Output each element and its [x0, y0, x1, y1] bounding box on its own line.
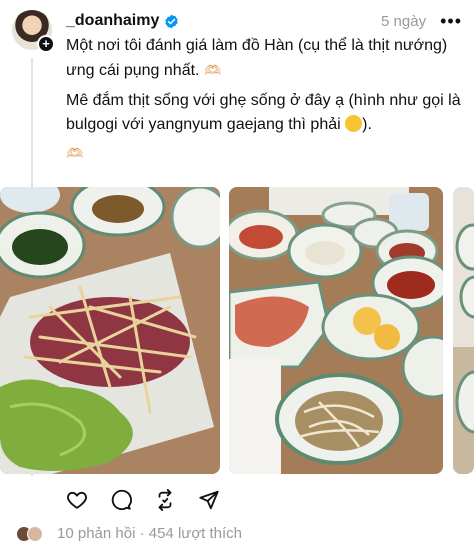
food-photo-side-dishes — [229, 187, 443, 474]
carousel-image-1[interactable] — [0, 187, 220, 474]
more-options-icon[interactable]: ••• — [440, 11, 462, 32]
post-paragraph-3: 🫶🏻 — [66, 141, 466, 166]
author-avatar[interactable]: + — [12, 10, 55, 53]
username[interactable]: _doanhaimy — [66, 12, 159, 30]
stats-separator: · — [139, 525, 145, 542]
post-paragraph-1: Một nơi tôi đánh giá làm đồ Hàn (cụ thể … — [66, 34, 466, 83]
repost-icon[interactable] — [154, 489, 176, 511]
carousel-image-3-partial[interactable] — [453, 187, 474, 474]
engagement-stats: 10 phản hồi · 454 lượt thích — [57, 525, 242, 542]
action-bar — [66, 489, 220, 511]
paragraph-2-end: ). — [362, 116, 372, 133]
follow-plus-icon[interactable]: + — [37, 35, 55, 53]
send-icon[interactable] — [198, 489, 220, 511]
food-photo-partial — [453, 187, 474, 474]
food-photo-bulgogi — [0, 187, 220, 474]
verified-badge-icon — [165, 14, 179, 28]
post-footer: 10 phản hồi · 454 lượt thích — [16, 525, 242, 542]
post-header: _doanhaimy 5 ngày ••• — [66, 11, 462, 31]
post-paragraph-2: Mê đắm thịt sống với ghẹ sống ở đây ạ (h… — [66, 89, 466, 137]
heart-icon[interactable] — [66, 489, 88, 511]
post-timestamp: 5 ngày — [381, 12, 427, 30]
comment-icon[interactable] — [110, 489, 132, 511]
heart-hands-icon: 🫶🏻 — [203, 62, 222, 78]
paragraph-1-text: Một nơi tôi đánh giá làm đồ Hàn (cụ thể … — [66, 37, 448, 79]
paragraph-2-text: Mê đắm thịt sống với ghẹ sống ở đây ạ (h… — [66, 92, 461, 133]
image-carousel[interactable] — [0, 187, 474, 474]
post-body: Một nơi tôi đánh giá làm đồ Hàn (cụ thể … — [66, 34, 466, 172]
replier-avatar — [27, 525, 43, 542]
likes-count[interactable]: 454 lượt thích — [149, 525, 242, 542]
replies-count[interactable]: 10 phản hồi — [57, 525, 135, 542]
carousel-image-2[interactable] — [229, 187, 443, 474]
thinking-face-icon — [345, 115, 363, 132]
heart-hands-icon: 🫶🏻 — [66, 145, 84, 161]
